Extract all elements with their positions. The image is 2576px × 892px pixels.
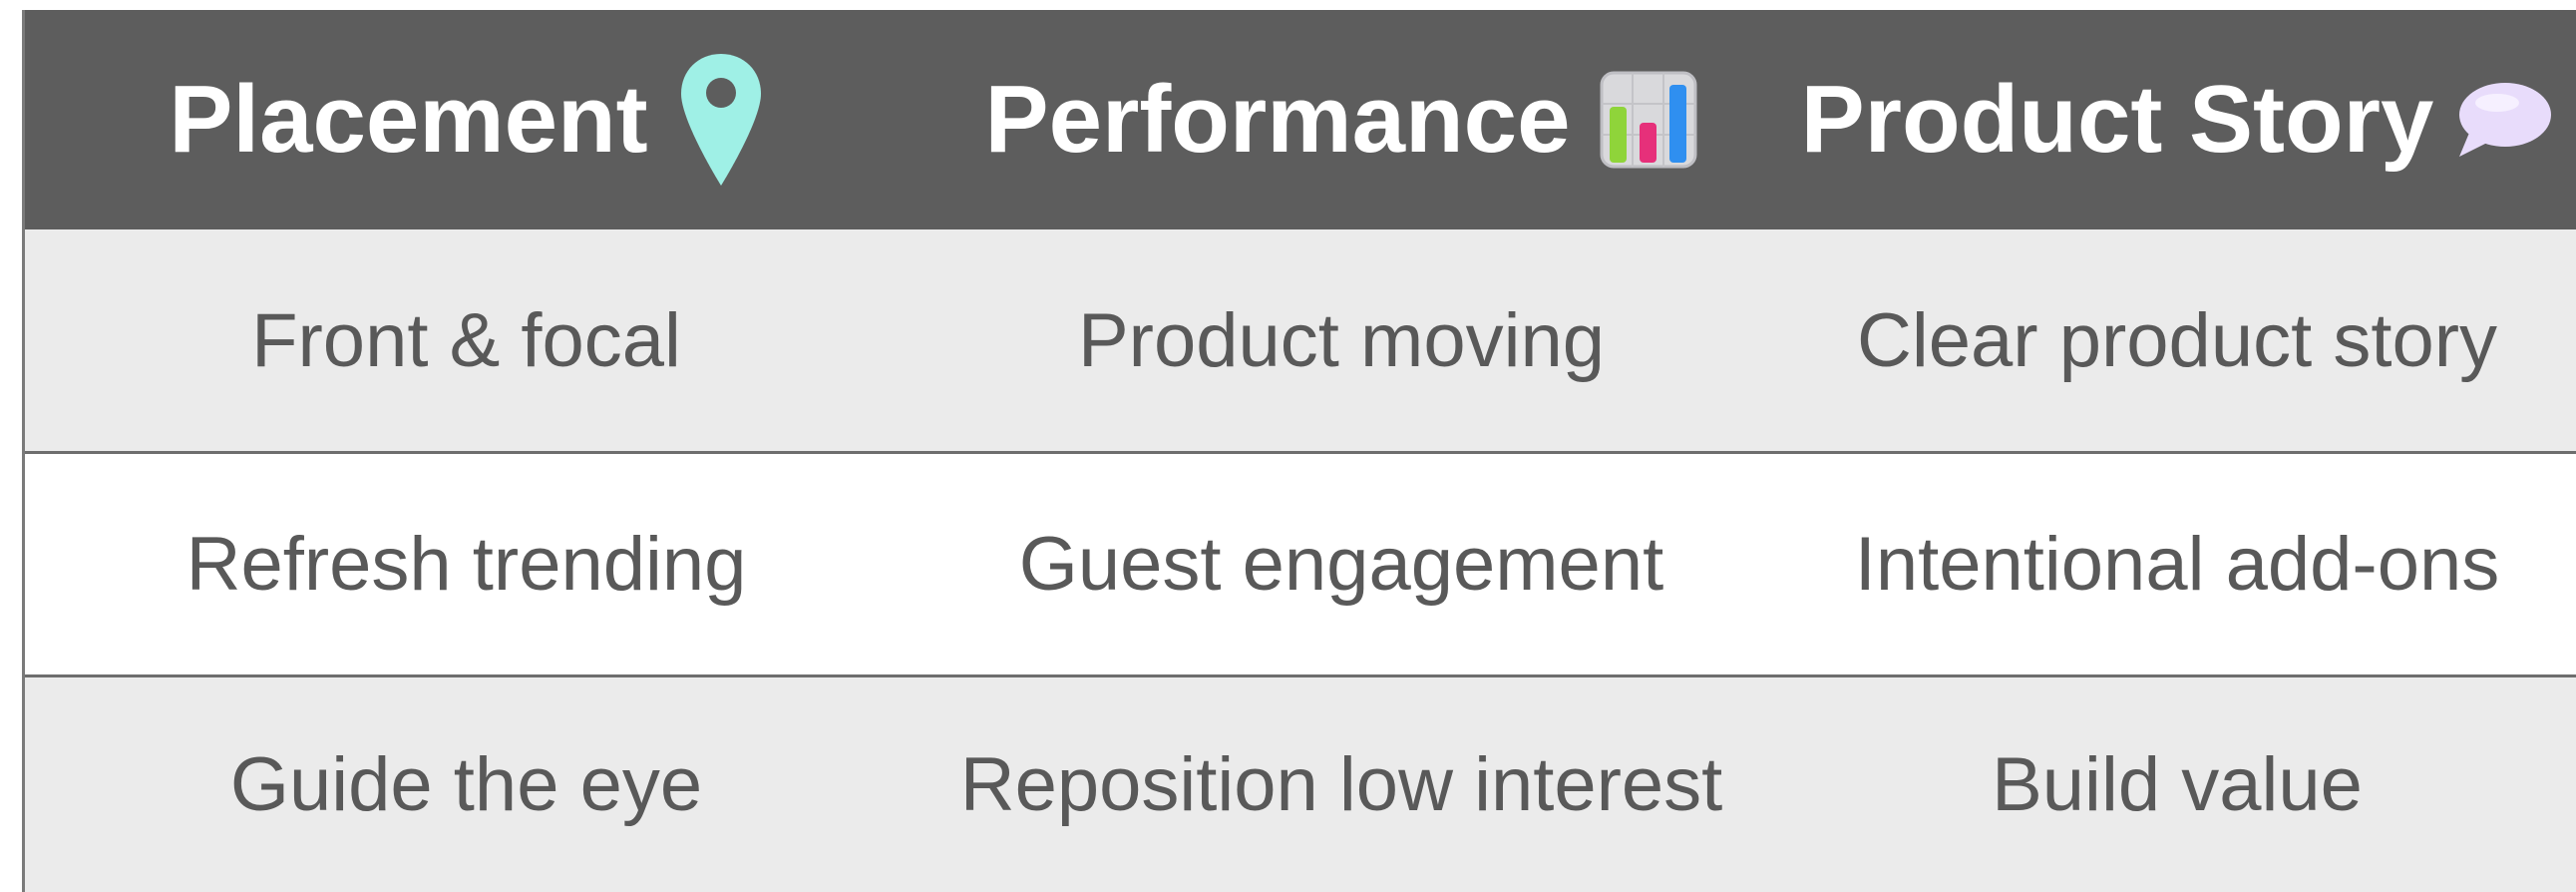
- table-row: Refresh trending Guest engagement Intent…: [25, 454, 2576, 674]
- header-cell-placement: Placement: [25, 10, 908, 229]
- bar-chart-icon: [1600, 71, 1697, 169]
- table-cell: Guest engagement: [1018, 521, 1664, 607]
- table-cell: Clear product story: [1856, 298, 2498, 383]
- header-cell-performance: Performance: [908, 10, 1775, 229]
- header-label-product-story: Product Story: [1800, 66, 2434, 173]
- header-cell-product-story: Product Story: [1775, 10, 2576, 229]
- table-row: Guide the eye Reposition low interest Bu…: [25, 677, 2576, 892]
- table-cell: Refresh trending: [185, 521, 747, 607]
- header-label-performance: Performance: [984, 66, 1571, 173]
- speech-bubble-icon: [2455, 79, 2553, 161]
- header-label-placement: Placement: [169, 66, 648, 173]
- map-pin-icon: [678, 52, 764, 188]
- table-cell: Reposition low interest: [959, 741, 1723, 827]
- table-cell: Front & focal: [251, 298, 681, 383]
- table-cell: Product moving: [1077, 298, 1606, 383]
- comparison-table: Placement Performance Product Story Fron…: [22, 10, 2576, 892]
- table-row: Front & focal Product moving Clear produ…: [25, 229, 2576, 453]
- table-cell: Build value: [1992, 741, 2363, 827]
- table-cell: Intentional add-ons: [1854, 521, 2500, 607]
- table-header: Placement Performance Product Story: [25, 10, 2576, 229]
- table-cell: Guide the eye: [229, 741, 703, 827]
